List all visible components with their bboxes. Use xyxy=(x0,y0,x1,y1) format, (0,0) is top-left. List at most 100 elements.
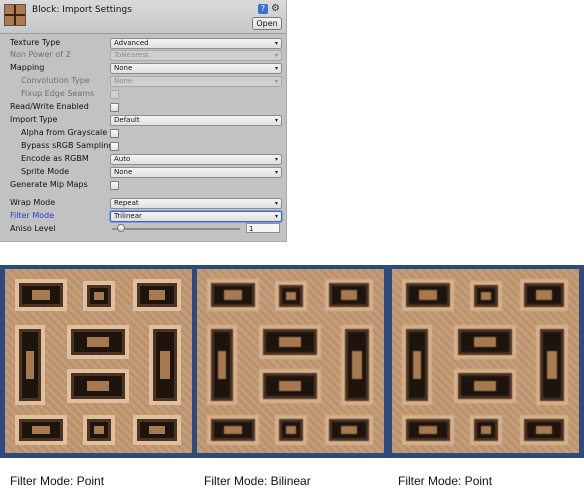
non-power-of-2-value: ToNearest xyxy=(114,51,149,59)
brick-panel xyxy=(15,279,67,311)
brick-panel xyxy=(325,279,373,311)
dropdown-arrow-icon: ▾ xyxy=(274,117,278,124)
dropdown-arrow-icon: ▾ xyxy=(274,78,278,85)
generate-mip-maps-row: Generate Mip Maps xyxy=(0,179,286,191)
read-write-enabled-row: Read/Write Enabled xyxy=(0,101,286,113)
open-button[interactable]: Open xyxy=(252,17,282,30)
fixup-edge-seams-row: Fixup Edge Seams xyxy=(0,88,286,100)
inspector-header: Block: Import Settings ? ⚙ Open xyxy=(0,0,286,34)
wrap-mode-row: Wrap Mode Repeat ▾ xyxy=(0,197,286,209)
inspector-title: Block: Import Settings xyxy=(32,5,132,15)
gear-icon[interactable]: ⚙ xyxy=(271,3,280,15)
import-settings-inspector: Block: Import Settings ? ⚙ Open Texture … xyxy=(0,0,287,242)
brick-panel xyxy=(520,279,568,311)
brick-panel xyxy=(83,281,115,311)
aniso-level-slider-track[interactable] xyxy=(112,228,240,230)
read-write-enabled-label: Read/Write Enabled xyxy=(10,102,89,111)
non-power-of-2-label: Non Power of 2 xyxy=(10,50,71,59)
dropdown-arrow-icon: ▾ xyxy=(274,52,278,59)
texture-comparison-strip xyxy=(0,265,584,458)
dropdown-arrow-icon: ▾ xyxy=(274,65,278,72)
convolution-type-dropdown: None ▾ xyxy=(110,76,282,87)
convolution-type-value: None xyxy=(114,77,133,85)
generate-mip-maps-label: Generate Mip Maps xyxy=(10,180,88,189)
brick-panel xyxy=(275,415,307,445)
wrap-mode-dropdown[interactable]: Repeat ▾ xyxy=(110,198,282,209)
dropdown-arrow-icon: ▾ xyxy=(274,169,278,176)
brick-panel xyxy=(83,415,115,445)
brick-panel xyxy=(133,415,181,445)
brick-panel xyxy=(454,325,516,359)
texture-preview-bilinear xyxy=(197,269,384,453)
sprite-mode-label: Sprite Mode xyxy=(21,167,70,176)
brick-panel xyxy=(536,325,568,405)
bypass-srgb-sampling-row: Bypass sRGB Sampling xyxy=(0,140,286,152)
brick-panel xyxy=(341,325,373,405)
convolution-type-label: Convolution Type xyxy=(21,76,90,85)
filter-mode-dropdown[interactable]: Trilinear ▾ xyxy=(110,211,282,222)
import-type-row: Import Type Default ▾ xyxy=(0,114,286,126)
brick-panel xyxy=(259,325,321,359)
fixup-edge-seams-checkbox xyxy=(110,90,119,99)
read-write-enabled-checkbox[interactable] xyxy=(110,103,119,112)
filter-mode-value: Trilinear xyxy=(114,212,142,220)
brick-panel xyxy=(470,415,502,445)
alpha-from-grayscale-label: Alpha from Grayscale xyxy=(21,128,108,137)
fixup-edge-seams-label: Fixup Edge Seams xyxy=(21,89,95,98)
brick-panel xyxy=(402,279,454,311)
mapping-value: None xyxy=(114,64,133,72)
brick-panel xyxy=(325,415,373,445)
texture-type-value: Advanced xyxy=(114,39,149,47)
aniso-level-slider-thumb[interactable] xyxy=(117,224,125,232)
encode-as-rgbm-dropdown[interactable]: Auto ▾ xyxy=(110,154,282,165)
brick-panel xyxy=(207,325,237,405)
bypass-srgb-sampling-label: Bypass sRGB Sampling xyxy=(21,141,110,150)
generate-mip-maps-checkbox[interactable] xyxy=(110,181,119,190)
dropdown-arrow-icon: ▾ xyxy=(274,200,278,207)
texture-asset-icon xyxy=(4,4,26,26)
texture-type-row: Texture Type Advanced ▾ xyxy=(0,37,286,49)
brick-panel xyxy=(454,369,516,403)
encode-as-rgbm-row: Encode as RGBM Auto ▾ xyxy=(0,153,286,165)
texture-type-dropdown[interactable]: Advanced ▾ xyxy=(110,38,282,49)
brick-panel xyxy=(149,325,181,405)
aniso-level-field[interactable]: 1 xyxy=(246,223,280,233)
texture-type-label: Texture Type xyxy=(10,38,61,47)
brick-panel xyxy=(207,279,259,311)
aniso-level-row: Aniso Level 1 xyxy=(0,223,286,235)
wrap-mode-value: Repeat xyxy=(114,199,139,207)
mapping-dropdown[interactable]: None ▾ xyxy=(110,63,282,74)
encode-as-rgbm-label: Encode as RGBM xyxy=(21,154,89,163)
brick-panel xyxy=(133,279,181,311)
mapping-label: Mapping xyxy=(10,63,45,72)
aniso-level-label: Aniso Level xyxy=(10,224,56,233)
brick-panel xyxy=(67,325,129,359)
non-power-of-2-dropdown: ToNearest ▾ xyxy=(110,50,282,61)
brick-panel xyxy=(275,281,307,311)
brick-panel xyxy=(67,369,129,403)
mapping-row: Mapping None ▾ xyxy=(0,62,286,74)
texture-preview-point xyxy=(5,269,192,453)
brick-panel xyxy=(15,325,45,405)
sprite-mode-row: Sprite Mode None ▾ xyxy=(0,166,286,178)
bypass-srgb-sampling-checkbox[interactable] xyxy=(110,142,119,151)
brick-panel xyxy=(207,415,259,445)
sprite-mode-dropdown[interactable]: None ▾ xyxy=(110,167,282,178)
help-icon[interactable]: ? xyxy=(258,4,268,14)
dropdown-arrow-icon: ▾ xyxy=(274,213,278,220)
brick-panel xyxy=(259,369,321,403)
texture-preview-third xyxy=(392,269,579,453)
brick-panel xyxy=(402,415,454,445)
brick-panel xyxy=(15,415,67,445)
dropdown-arrow-icon: ▾ xyxy=(274,40,278,47)
alpha-from-grayscale-row: Alpha from Grayscale xyxy=(0,127,286,139)
convolution-type-row: Convolution Type None ▾ xyxy=(0,75,286,87)
import-type-label: Import Type xyxy=(10,115,58,124)
brick-panel xyxy=(470,281,502,311)
import-type-dropdown[interactable]: Default ▾ xyxy=(110,115,282,126)
caption-bilinear: Filter Mode: Bilinear xyxy=(204,474,311,488)
wrap-mode-label: Wrap Mode xyxy=(10,198,56,207)
brick-panel xyxy=(520,415,568,445)
caption-point: Filter Mode: Point xyxy=(10,474,105,488)
alpha-from-grayscale-checkbox[interactable] xyxy=(110,129,119,138)
